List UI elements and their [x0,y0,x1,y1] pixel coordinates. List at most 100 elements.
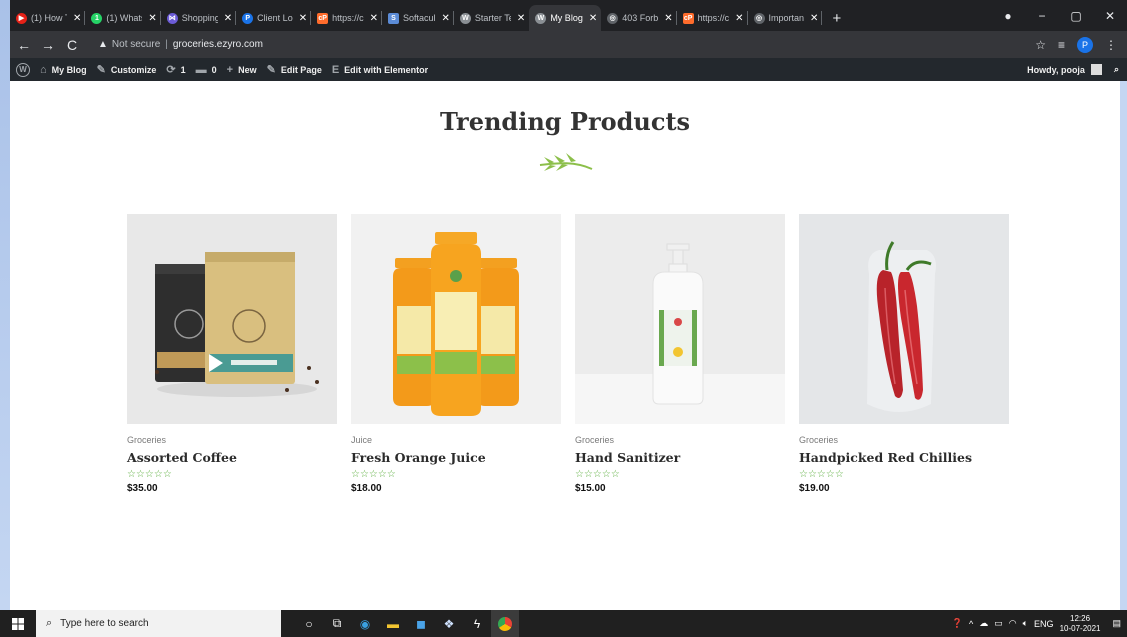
wp-item-customize[interactable]: ✎ Customize [97,63,157,76]
maximize-button[interactable]: ▢ [1059,9,1093,23]
product-image-sanitizer[interactable] [575,214,785,424]
desktop-edge-right [1120,81,1127,610]
edge-icon[interactable]: ◉ [351,610,379,637]
product-image-chillies[interactable] [799,214,1009,424]
brush-icon: ✎ [96,64,106,76]
store-icon[interactable]: ◼ [407,610,435,637]
product-category[interactable]: Juice [351,435,561,445]
wp-item-updates[interactable]: ⟳ 1 [166,63,185,76]
close-tab-icon[interactable]: ✕ [299,13,307,24]
taskbar-search-input[interactable]: ⌕ Type here to search [36,610,281,637]
close-tab-icon[interactable]: ✕ [442,13,450,24]
section-title: Trending Products [439,107,691,136]
product-category[interactable]: Groceries [575,435,785,445]
search-icon[interactable]: ⌕ [1114,64,1119,75]
browser-tab[interactable]: cP https://c ✕ [677,5,748,31]
product-image-juice[interactable] [351,214,561,424]
profile-dot-icon[interactable]: ● [991,9,1025,23]
volume-icon[interactable]: 🔈︎ [1023,618,1028,629]
address-bar[interactable]: ▲ Not secure | groceries.ezyro.com [90,34,1035,55]
cpanel-icon: cP [317,12,329,24]
language-indicator[interactable]: ENG [1034,619,1054,629]
clock-date: 10-07-2021 [1059,623,1101,633]
close-tab-icon[interactable]: ✕ [73,13,81,24]
product-price: $19.00 [799,483,830,494]
back-arrow-icon[interactable]: ← [14,37,34,53]
browser-tab[interactable]: ◎ 403 Forb ✕ [601,5,678,31]
reading-list-icon[interactable]: ≡ [1058,38,1065,52]
product-grid: Groceries Assorted Coffee ☆☆☆☆☆ $35.00 J… [127,214,1009,494]
new-tab-button[interactable]: + [832,5,841,31]
browser-tab[interactable]: cP https://c ✕ [311,5,382,31]
desktop-edge-left [0,0,10,610]
product-card[interactable]: Groceries Hand Sanitizer ☆☆☆☆☆ $15.00 [575,214,785,494]
browser-tab[interactable]: 1 (1) Whats ✕ [85,5,162,31]
chrome-icon[interactable] [491,610,519,637]
close-tab-icon[interactable]: ✕ [370,13,378,24]
greeting[interactable]: Howdy, pooja [1027,65,1085,75]
browser-tab[interactable]: P Client Lo ✕ [236,5,312,31]
reload-icon[interactable]: C [62,37,82,53]
bookmark-star-icon[interactable]: ☆ [1035,38,1046,52]
user-avatar[interactable] [1090,64,1102,75]
chevron-up-icon[interactable]: ^ [969,619,973,629]
youtube-icon: ▶ [16,12,27,24]
page-content: Trending Products Groceries Assorted Cof… [10,81,1120,610]
product-image-coffee[interactable] [127,214,337,424]
windows-start-icon[interactable] [0,610,36,637]
close-window-button[interactable]: ✕ [1093,9,1127,23]
close-tab-icon[interactable]: ✕ [810,13,818,24]
elementor-icon: E [331,63,340,76]
close-tab-icon[interactable]: ✕ [735,13,743,24]
clock[interactable]: 12:26 10-07-2021 [1060,614,1101,634]
battery-icon[interactable]: ▭ [994,618,1003,629]
close-tab-icon[interactable]: ✕ [224,13,232,24]
network-icon[interactable]: ☁ [979,618,988,629]
wp-item-new[interactable]: + New [227,64,257,76]
browser-tab[interactable]: ⋈ Shopping ✕ [161,5,237,31]
file-explorer-icon[interactable]: ▬ [379,610,407,637]
menu-kebab-icon[interactable]: ⋮ [1105,38,1117,52]
rating-stars-icon: ☆☆☆☆☆ [127,469,172,480]
product-name[interactable]: Handpicked Red Chillies [799,450,1009,465]
close-tab-icon[interactable]: ✕ [148,13,156,24]
dropbox-icon[interactable]: ❖ [435,610,463,637]
task-view-icon[interactable]: ⧉ [323,610,351,637]
wp-item-site[interactable]: ⌂ My Blog [40,64,87,76]
browser-tab[interactable]: ▶ (1) How T ✕ [10,5,86,31]
browser-tab[interactable]: S Softacul ✕ [382,5,454,31]
product-card[interactable]: Groceries Handpicked Red Chillies ☆☆☆☆☆ … [799,214,1009,494]
security-status: Not secure [111,39,161,50]
browser-tab-active[interactable]: W My Blog ✕ [529,5,602,31]
cortana-icon[interactable]: ○ [295,610,323,637]
wp-item-comments[interactable]: ▬ 0 [196,64,217,76]
url-text: groceries.ezyro.com [172,39,263,50]
minimize-button[interactable]: − [1025,9,1059,23]
close-tab-icon[interactable]: ✕ [517,13,525,24]
wordpress-logo-icon[interactable]: W [16,62,30,77]
forward-arrow-icon[interactable]: → [38,37,58,53]
product-card[interactable]: Groceries Assorted Coffee ☆☆☆☆☆ $35.00 [127,214,337,494]
browser-tab[interactable]: ◎ Importan ✕ [748,5,823,31]
product-price: $35.00 [127,483,158,494]
product-category[interactable]: Groceries [127,435,337,445]
product-name[interactable]: Hand Sanitizer [575,450,785,465]
product-name[interactable]: Assorted Coffee [127,450,337,465]
browser-tab[interactable]: W Starter Te ✕ [454,5,529,31]
app-icon[interactable]: ϟ [463,610,491,637]
product-card[interactable]: Juice Fresh Orange Juice ☆☆☆☆☆ $18.00 [351,214,561,494]
profile-avatar[interactable]: P [1077,36,1093,53]
help-icon[interactable]: ❓ [952,618,963,629]
client-login-icon: P [242,12,254,24]
product-name[interactable]: Fresh Orange Juice [351,450,561,465]
close-tab-icon[interactable]: ✕ [664,13,672,24]
wp-item-elementor[interactable]: E Edit with Elementor [332,64,428,76]
notification-icon[interactable]: ▤ [1112,618,1121,629]
product-category[interactable]: Groceries [799,435,1009,445]
wifi-icon[interactable]: ◠ [1009,618,1017,629]
windows-taskbar: ⌕ Type here to search ○ ⧉ ◉ ▬ ◼ ❖ ϟ ❓ ^ … [0,610,1127,637]
cpanel-icon: cP [682,12,694,24]
close-tab-icon[interactable]: ✕ [589,13,597,24]
wp-item-edit-page[interactable]: ✎ Edit Page [267,63,322,76]
wp-admin-bar: W ⌂ My Blog ✎ Customize ⟳ 1 ▬ 0 + New ✎ Edit P… [10,58,1127,81]
